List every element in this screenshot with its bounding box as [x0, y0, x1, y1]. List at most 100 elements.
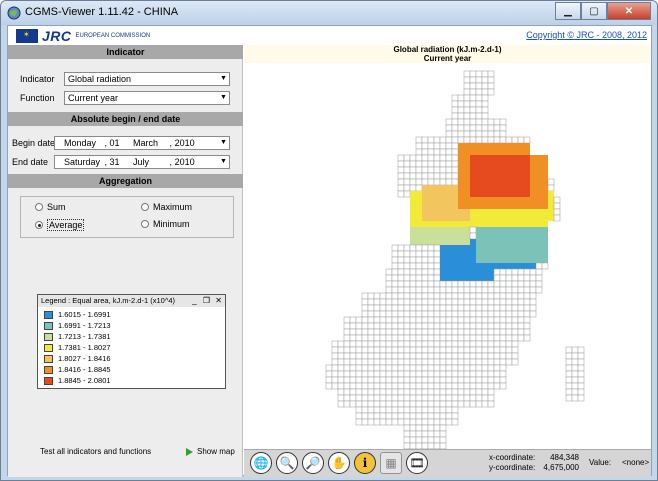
map-grid-cell[interactable] — [506, 185, 512, 191]
map-grid-cell[interactable] — [451, 280, 459, 288]
map-grid-cell[interactable] — [403, 268, 411, 276]
map-grid-cell[interactable] — [379, 394, 387, 402]
map-grid-cell[interactable] — [403, 178, 411, 186]
map-grid-cell[interactable] — [463, 94, 471, 102]
map-grid-cell[interactable] — [391, 370, 399, 378]
map-grid-cell[interactable] — [469, 304, 477, 312]
map-grid-cell[interactable] — [475, 346, 483, 354]
map-grid-cell[interactable] — [481, 346, 489, 354]
map-grid-cell[interactable] — [565, 370, 573, 378]
map-grid-cell[interactable] — [451, 160, 459, 168]
map-grid-cell[interactable] — [499, 376, 507, 384]
map-grid-cell[interactable] — [458, 275, 464, 281]
map-grid-cell[interactable] — [524, 263, 530, 269]
map-grid-cell[interactable] — [349, 382, 357, 390]
map-grid-cell[interactable] — [475, 106, 483, 114]
map-grid-cell[interactable] — [409, 244, 417, 252]
map-grid-cell[interactable] — [397, 400, 405, 408]
map-grid-cell[interactable] — [445, 412, 453, 420]
map-grid-cell[interactable] — [506, 197, 512, 203]
map-grid-cell[interactable] — [391, 274, 399, 282]
map-grid-cell[interactable] — [416, 197, 422, 203]
map-grid-cell[interactable] — [421, 262, 429, 270]
map-grid-cell[interactable] — [397, 184, 405, 192]
map-grid-cell[interactable] — [415, 322, 423, 330]
map-grid-cell[interactable] — [397, 340, 405, 348]
map-grid-cell[interactable] — [427, 376, 435, 384]
map-grid-cell[interactable] — [385, 382, 393, 390]
map-grid-cell[interactable] — [464, 197, 470, 203]
map-grid-cell[interactable] — [493, 268, 501, 276]
map-grid-cell[interactable] — [421, 256, 429, 264]
map-grid-cell[interactable] — [463, 100, 471, 108]
map-grid-cell[interactable] — [379, 358, 387, 366]
map-grid-cell[interactable] — [415, 358, 423, 366]
map-grid-cell[interactable] — [493, 316, 501, 324]
map-grid-cell[interactable] — [403, 400, 411, 408]
map-grid-cell[interactable] — [433, 358, 441, 366]
map-grid-cell[interactable] — [476, 197, 482, 203]
map-grid-cell[interactable] — [409, 166, 417, 174]
map-grid-cell[interactable] — [433, 322, 441, 330]
map-grid-cell[interactable] — [476, 215, 482, 221]
map-grid-cell[interactable] — [415, 184, 423, 192]
map-grid-cell[interactable] — [445, 334, 453, 342]
map-grid-cell[interactable] — [494, 239, 500, 245]
map-grid-cell[interactable] — [530, 155, 536, 161]
map-grid-cell[interactable] — [487, 358, 495, 366]
map-grid-cell[interactable] — [487, 376, 495, 384]
map-grid-cell[interactable] — [415, 304, 423, 312]
map-grid-cell[interactable] — [452, 239, 458, 245]
map-grid-cell[interactable] — [505, 298, 513, 306]
map-grid-cell[interactable] — [458, 191, 464, 197]
map-grid-cell[interactable] — [433, 424, 441, 432]
maximize-button[interactable]: ▢ — [581, 2, 607, 20]
map-grid-cell[interactable] — [433, 136, 441, 144]
map-grid-cell[interactable] — [476, 143, 482, 149]
map-grid-cell[interactable] — [433, 340, 441, 348]
map-grid-cell[interactable] — [361, 340, 369, 348]
map-grid-cell[interactable] — [415, 172, 423, 180]
map-grid-cell[interactable] — [577, 358, 585, 366]
map-grid-cell[interactable] — [385, 364, 393, 372]
map-grid-cell[interactable] — [440, 209, 446, 215]
map-grid-cell[interactable] — [463, 70, 471, 78]
map-grid-cell[interactable] — [482, 197, 488, 203]
map-grid-cell[interactable] — [391, 280, 399, 288]
map-grid-cell[interactable] — [451, 400, 459, 408]
map-grid-cell[interactable] — [476, 239, 482, 245]
map-grid-cell[interactable] — [488, 239, 494, 245]
map-grid-cell[interactable] — [457, 112, 465, 120]
map-grid-cell[interactable] — [391, 358, 399, 366]
map-grid-cell[interactable] — [524, 221, 530, 227]
map-grid-cell[interactable] — [517, 334, 525, 342]
map-grid-cell[interactable] — [337, 352, 345, 360]
map-grid-cell[interactable] — [397, 250, 405, 258]
map-grid-cell[interactable] — [487, 280, 495, 288]
map-grid-cell[interactable] — [445, 298, 453, 306]
map-grid-cell[interactable] — [523, 274, 531, 282]
map-grid-cell[interactable] — [542, 167, 548, 173]
map-grid-cell[interactable] — [397, 418, 405, 426]
map-grid-cell[interactable] — [385, 298, 393, 306]
map-grid-cell[interactable] — [518, 149, 524, 155]
map-grid-cell[interactable] — [457, 400, 465, 408]
map-grid-cell[interactable] — [416, 191, 422, 197]
map-grid-cell[interactable] — [397, 256, 405, 264]
map-grid-cell[interactable] — [506, 221, 512, 227]
map-grid-cell[interactable] — [415, 148, 423, 156]
map-grid-cell[interactable] — [433, 142, 441, 150]
map-grid-cell[interactable] — [421, 148, 429, 156]
map-grid-cell[interactable] — [445, 316, 453, 324]
map-grid-cell[interactable] — [428, 221, 434, 227]
map-grid-cell[interactable] — [511, 136, 519, 144]
map-grid-cell[interactable] — [476, 203, 482, 209]
map-grid-cell[interactable] — [481, 382, 489, 390]
map-grid-cell[interactable] — [445, 340, 453, 348]
map-grid-cell[interactable] — [530, 203, 536, 209]
map-grid-cell[interactable] — [446, 257, 452, 263]
map-grid-cell[interactable] — [391, 310, 399, 318]
map-grid-cell[interactable] — [433, 160, 441, 168]
map-grid-cell[interactable] — [385, 292, 393, 300]
map-grid-cell[interactable] — [475, 112, 483, 120]
